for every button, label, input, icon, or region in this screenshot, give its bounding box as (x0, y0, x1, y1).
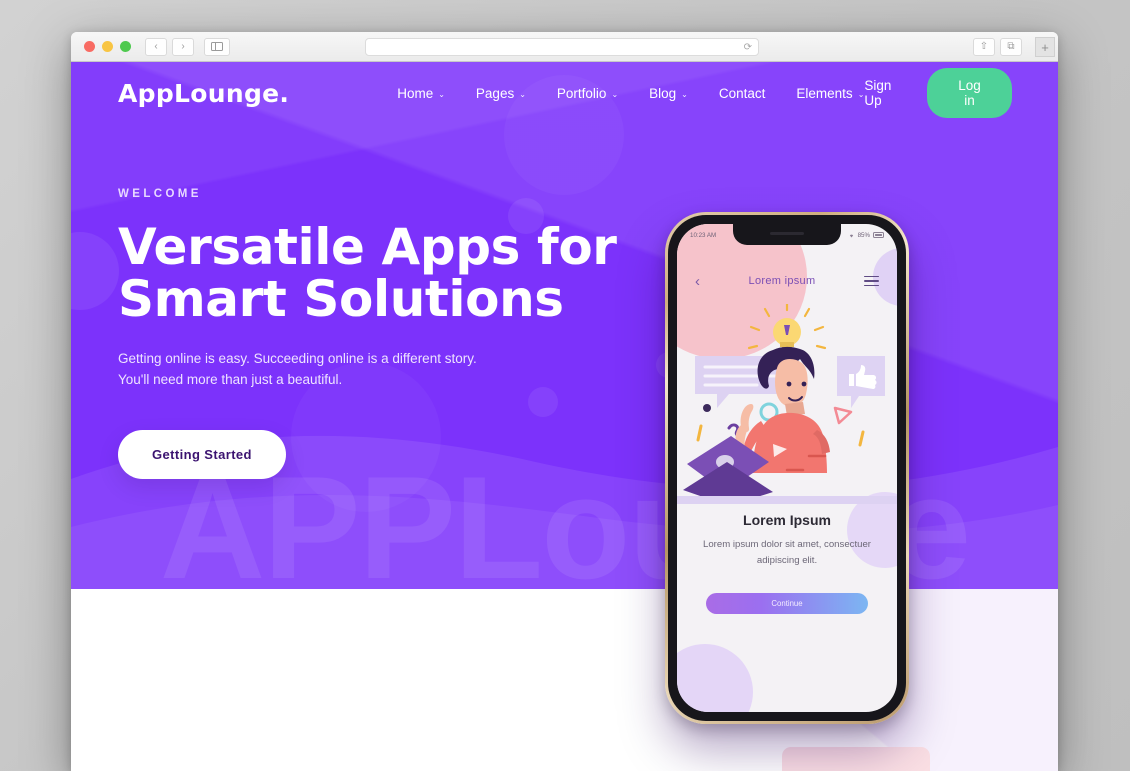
close-window-button[interactable] (84, 41, 95, 52)
auth-actions: Sign Up Log in (864, 68, 1012, 118)
pink-card-shape (782, 747, 930, 771)
sidebar-icon (211, 41, 223, 52)
hero-subcopy: Getting online is easy. Succeeding onlin… (118, 351, 477, 387)
phone-bezel: 10:23 AM 85% ‹ Lorem ipsum Lorem Ipsum L… (668, 215, 906, 721)
nav-item-home[interactable]: Home ⌄ (397, 86, 445, 101)
page-viewport: APPLounge AppLounge. Home ⌄ Pages ⌄ Port… (71, 62, 1058, 771)
browser-window: ‹ › ⟳ ⇧ ⧉ + APPLounge AppLounge. Home ⌄ … (71, 32, 1058, 771)
app-illustration (677, 304, 897, 504)
log-in-button[interactable]: Log in (927, 68, 1012, 118)
nav-label: Contact (718, 85, 766, 101)
share-button[interactable]: ⇧ (973, 38, 995, 56)
app-body: Lorem Ipsum Lorem ipsum dolor sit amet, … (677, 512, 897, 614)
tabs-icon: ⧉ (1007, 41, 1015, 52)
window-controls (84, 41, 131, 52)
chevron-down-icon: ⌄ (857, 89, 865, 99)
address-bar[interactable]: ⟳ (365, 38, 759, 56)
nav-item-pages[interactable]: Pages ⌄ (476, 86, 526, 101)
phone-frame: 10:23 AM 85% ‹ Lorem ipsum Lorem Ipsum L… (665, 212, 909, 724)
plus-icon: + (1041, 39, 1049, 55)
forward-button[interactable]: › (172, 37, 194, 56)
toggle-sidebar-button[interactable] (204, 37, 230, 56)
chevron-down-icon: ⌄ (519, 89, 526, 99)
hamburger-menu-icon[interactable] (863, 275, 879, 287)
back-button[interactable]: ‹ (145, 37, 167, 56)
nav-item-portfolio[interactable]: Portfolio ⌄ (557, 86, 618, 101)
sign-up-link[interactable]: Sign Up (864, 78, 910, 108)
screen-lavender-blob (677, 644, 753, 712)
hero-section: APPLounge AppLounge. Home ⌄ Pages ⌄ Port… (71, 62, 1058, 589)
hero-copy: WELCOME Versatile Apps for Smart Solutio… (118, 188, 617, 479)
app-body-heading: Lorem Ipsum (743, 512, 831, 528)
chevron-down-icon: ⌄ (681, 89, 688, 99)
nav-label: Blog (649, 85, 677, 101)
new-tab-button[interactable]: + (1035, 37, 1055, 57)
site-logo[interactable]: AppLounge. (118, 79, 289, 108)
nav-label: Pages (475, 85, 515, 101)
lower-section (71, 589, 1058, 771)
nav-label: Portfolio (556, 85, 607, 101)
continue-button[interactable]: Continue (706, 592, 868, 614)
status-indicators: 85% (848, 232, 884, 239)
forward-icon: › (181, 40, 185, 52)
page-root: ‹ › ⟳ ⇧ ⧉ + APPLounge AppLounge. Home ⌄ … (0, 0, 1130, 771)
battery-percent: 85% (857, 231, 870, 239)
app-header: ‹ Lorem ipsum (677, 268, 897, 294)
main-menu: Home ⌄ Pages ⌄ Portfolio ⌄ Blog ⌄ Contac… (397, 86, 864, 101)
maximize-window-button[interactable] (120, 41, 131, 52)
toolbar-right-buttons: ⇧ ⧉ (973, 38, 1022, 56)
hero-headline-line-2: Smart Solutions (118, 270, 564, 328)
back-arrow-icon[interactable]: ‹ (695, 274, 700, 289)
site-navbar: AppLounge. Home ⌄ Pages ⌄ Portfolio ⌄ Bl… (71, 62, 1058, 124)
phone-screen: 10:23 AM 85% ‹ Lorem ipsum Lorem Ipsum L… (677, 224, 897, 712)
wifi-icon (849, 234, 853, 238)
app-body-text: Lorem ipsum dolor sit amet, consectuer a… (703, 539, 871, 566)
chevron-down-icon: ⌄ (438, 89, 445, 99)
phone-mockup: 10:23 AM 85% ‹ Lorem ipsum Lorem Ipsum L… (665, 212, 909, 724)
hero-eyebrow: WELCOME (118, 188, 202, 200)
getting-started-button[interactable]: Getting Started (118, 429, 286, 479)
nav-item-contact[interactable]: Contact (719, 86, 766, 101)
chevron-down-icon: ⌄ (611, 89, 619, 99)
share-icon: ⇧ (979, 41, 989, 52)
back-icon: ‹ (154, 40, 158, 52)
app-title: Lorem ipsum (748, 275, 816, 287)
nav-item-elements[interactable]: Elements ⌄ (796, 86, 864, 101)
browser-toolbar: ‹ › ⟳ ⇧ ⧉ + (71, 32, 1058, 62)
hero-headline-line-1: Versatile Apps for (118, 218, 617, 276)
hero-headline: Versatile Apps for Smart Solutions (118, 221, 617, 325)
navigation-buttons: ‹ › (145, 37, 194, 56)
reload-icon[interactable]: ⟳ (744, 42, 752, 53)
battery-icon (873, 232, 884, 238)
phone-status-bar: 10:23 AM 85% (677, 224, 897, 246)
nav-label: Elements (796, 85, 853, 101)
nav-label: Home (397, 85, 434, 101)
minimize-window-button[interactable] (102, 41, 113, 52)
nav-item-blog[interactable]: Blog ⌄ (649, 86, 688, 101)
status-time: 10:23 AM (690, 231, 717, 239)
show-tabs-button[interactable]: ⧉ (1000, 38, 1022, 56)
